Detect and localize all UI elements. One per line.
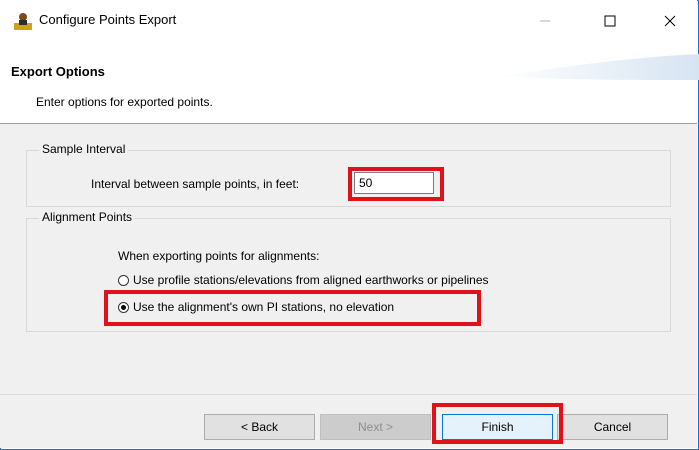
maximize-button[interactable] — [590, 8, 630, 34]
back-button[interactable]: < Back — [204, 414, 315, 440]
window-title: Configure Points Export — [39, 12, 177, 27]
radio-button-unchecked[interactable] — [118, 274, 129, 286]
close-icon — [664, 15, 676, 27]
header-swoosh-graphic — [499, 54, 699, 80]
radio-pi-stations[interactable]: Use the alignment's own PI stations, no … — [118, 300, 394, 314]
interval-label: Interval between sample points, in feet: — [91, 177, 300, 191]
radio-profile-stations-label: Use profile stations/elevations from ali… — [133, 273, 489, 287]
finish-button[interactable]: Finish — [442, 414, 553, 440]
app-icon — [14, 13, 32, 30]
title-bar: Configure Points Export — [0, 0, 697, 40]
radio-pi-stations-label: Use the alignment's own PI stations, no … — [133, 300, 395, 314]
interval-input[interactable] — [354, 172, 434, 194]
page-subtitle: Enter options for exported points. — [36, 95, 213, 109]
close-button[interactable] — [650, 8, 690, 34]
radio-button-checked[interactable] — [118, 301, 129, 313]
cancel-button[interactable]: Cancel — [557, 414, 668, 440]
minimize-icon — [540, 20, 550, 22]
radio-profile-stations[interactable]: Use profile stations/elevations from ali… — [118, 273, 489, 287]
minimize-button[interactable] — [525, 8, 565, 34]
next-button[interactable]: Next > — [320, 414, 431, 440]
page-title: Export Options — [11, 64, 105, 79]
maximize-icon — [604, 15, 616, 27]
alignment-points-legend: Alignment Points — [39, 210, 136, 224]
alignment-prompt: When exporting points for alignments: — [118, 249, 320, 263]
sample-interval-legend: Sample Interval — [39, 142, 129, 156]
